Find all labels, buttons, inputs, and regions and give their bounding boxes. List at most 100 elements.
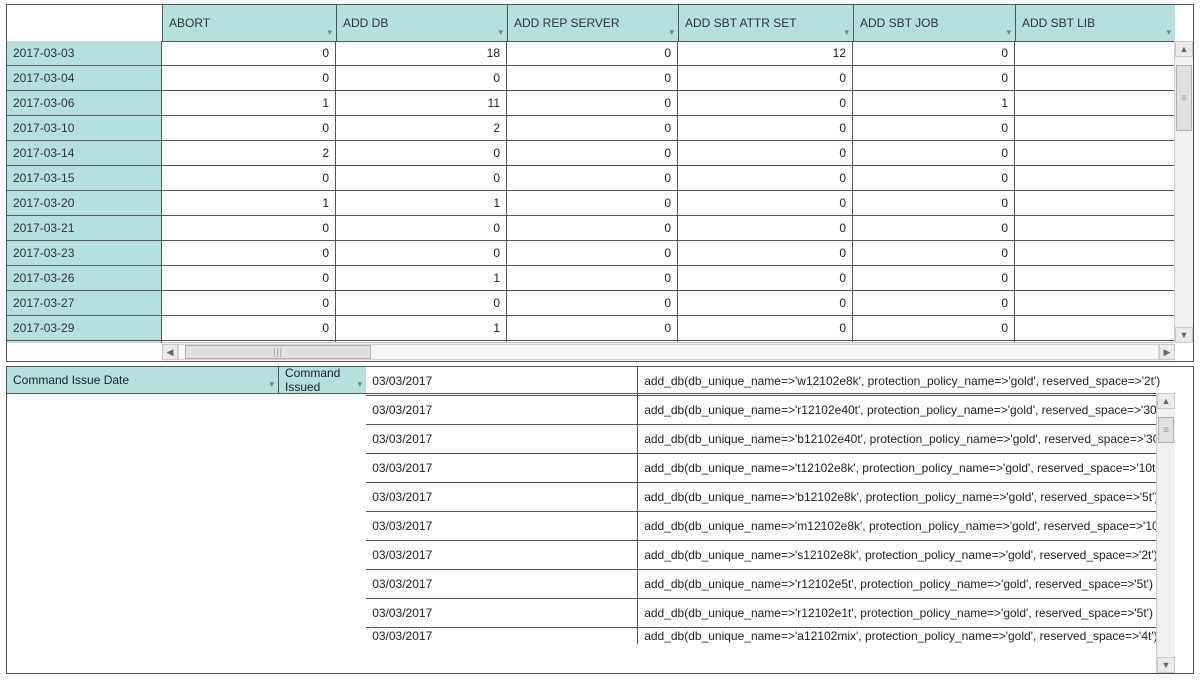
chevron-down-icon[interactable]: ▾ (269, 379, 274, 390)
pivot-cell[interactable] (1015, 141, 1174, 165)
row-header-date[interactable]: 2017-03-20 (7, 191, 162, 215)
cell-command-issued[interactable]: add_db(db_unique_name=>'m12102e8k', prot… (638, 512, 1175, 540)
pivot-cell[interactable]: 0 (507, 91, 678, 115)
row-header-date[interactable]: 2017-03-29 (7, 316, 162, 340)
pivot-cell[interactable]: 0 (162, 166, 336, 190)
pivot-row[interactable]: 2017-03-2011000 (7, 191, 1175, 216)
pivot-cell[interactable] (1015, 91, 1174, 115)
pivot-cell[interactable]: 0 (678, 191, 853, 215)
pivot-cell[interactable]: 0 (162, 316, 336, 340)
cell-command-issued[interactable]: add_db(db_unique_name=>'r12102e40t', pro… (638, 396, 1175, 424)
row-header-date[interactable]: 2017-03-21 (7, 216, 162, 240)
pivot-cell[interactable] (1015, 66, 1174, 90)
row-header-date[interactable]: 2017-03-04 (7, 66, 162, 90)
pivot-cell[interactable] (1015, 116, 1174, 140)
pivot-cell[interactable]: 18 (336, 41, 507, 65)
row-header-date[interactable]: 2017-03-10 (7, 116, 162, 140)
col-header-command-issue-date[interactable]: Command Issue Date ▾ (7, 367, 279, 393)
pivot-cell[interactable]: 0 (678, 291, 853, 315)
row-header-date[interactable]: 2017-03-26 (7, 266, 162, 290)
cell-command-issue-date[interactable]: 03/03/2017 (366, 599, 638, 627)
cell-command-issue-date[interactable]: 03/03/2017 (366, 570, 638, 598)
detail-row[interactable]: 03/03/2017add_db(db_unique_name=>'a12102… (366, 628, 1175, 644)
pivot-cell[interactable]: 0 (678, 66, 853, 90)
cell-command-issued[interactable]: add_db(db_unique_name=>'t12102e8k', prot… (638, 454, 1175, 482)
pivot-cell[interactable]: 0 (853, 116, 1015, 140)
detail-row[interactable]: 03/03/2017add_db(db_unique_name=>'r12102… (366, 396, 1175, 425)
pivot-cell[interactable]: 0 (162, 116, 336, 140)
pivot-cell[interactable]: 2 (336, 116, 507, 140)
pivot-cell[interactable]: 0 (853, 291, 1015, 315)
cell-command-issue-date[interactable]: 03/03/2017 (366, 396, 638, 424)
pivot-cell[interactable]: 0 (853, 66, 1015, 90)
pivot-cell[interactable] (1015, 166, 1174, 190)
pivot-cell[interactable]: 0 (678, 266, 853, 290)
pivot-row[interactable]: 2017-03-1420000 (7, 141, 1175, 166)
pivot-cell[interactable]: 0 (162, 41, 336, 65)
col-header-command-issued[interactable]: Command Issued ▾ (279, 367, 366, 393)
chevron-down-icon[interactable]: ▾ (669, 27, 674, 38)
pivot-cell[interactable] (1015, 291, 1174, 315)
pivot-row[interactable]: 2017-03-1002000 (7, 116, 1175, 141)
pivot-cell[interactable]: 1 (336, 266, 507, 290)
pivot-cell[interactable]: 0 (507, 266, 678, 290)
pivot-cell[interactable] (1015, 41, 1174, 65)
row-header-date[interactable]: 2017-03-03 (7, 41, 162, 65)
pivot-cell[interactable]: 12 (678, 41, 853, 65)
pivot-cell[interactable]: 1 (162, 91, 336, 115)
pivot-cell[interactable]: 0 (507, 41, 678, 65)
pivot-cell[interactable]: 1 (336, 191, 507, 215)
pivot-row[interactable]: 2017-03-2601000 (7, 266, 1175, 291)
cell-command-issued[interactable]: add_db(db_unique_name=>'a12102mix', prot… (638, 628, 1175, 644)
cell-command-issue-date[interactable]: 03/03/2017 (366, 628, 638, 644)
pivot-cell[interactable]: 0 (336, 166, 507, 190)
detail-row[interactable]: 03/03/2017add_db(db_unique_name=>'m12102… (366, 512, 1175, 541)
scroll-up-button[interactable]: ▲ (1175, 41, 1193, 57)
chevron-down-icon[interactable]: ▾ (327, 27, 332, 38)
pivot-cell[interactable]: 0 (507, 241, 678, 265)
pivot-cell[interactable]: 0 (336, 216, 507, 240)
pivot-cell[interactable]: 0 (853, 216, 1015, 240)
row-header-date[interactable]: 2017-03-14 (7, 141, 162, 165)
pivot-cell[interactable]: 0 (853, 241, 1015, 265)
detail-row[interactable]: 03/03/2017add_db(db_unique_name=>'b12102… (366, 483, 1175, 512)
pivot-cell[interactable]: 0 (853, 141, 1015, 165)
pivot-cell[interactable]: 0 (853, 191, 1015, 215)
scroll-down-button[interactable]: ▼ (1157, 657, 1175, 673)
row-header-date[interactable]: 2017-03-06 (7, 91, 162, 115)
cell-command-issued[interactable]: add_db(db_unique_name=>'r12102e5t', prot… (638, 570, 1175, 598)
pivot-cell[interactable]: 0 (678, 141, 853, 165)
detail-row[interactable]: 03/03/2017add_db(db_unique_name=>'w12102… (366, 367, 1175, 396)
pivot-row[interactable]: 2017-03-1500000 (7, 166, 1175, 191)
pivot-cell[interactable]: 0 (507, 316, 678, 340)
cell-command-issue-date[interactable]: 03/03/2017 (366, 541, 638, 569)
cell-command-issued[interactable]: add_db(db_unique_name=>'b12102e40t', pro… (638, 425, 1175, 453)
pivot-cell[interactable]: 1 (336, 316, 507, 340)
chevron-down-icon[interactable]: ▾ (1166, 27, 1171, 38)
pivot-cell[interactable]: 1 (853, 91, 1015, 115)
pivot-cell[interactable]: 0 (678, 241, 853, 265)
chevron-down-icon[interactable]: ▾ (358, 379, 363, 390)
detail-row[interactable]: 03/03/2017add_db(db_unique_name=>'r12102… (366, 570, 1175, 599)
pivot-cell[interactable]: 0 (162, 216, 336, 240)
pivot-cell[interactable]: 0 (162, 66, 336, 90)
col-header-add-rep-server[interactable]: ADD REP SERVER ▾ (508, 5, 679, 41)
col-header-add-sbt-lib[interactable]: ADD SBT LIB ▾ (1016, 5, 1175, 41)
scroll-thumb[interactable]: ≡ (1176, 65, 1192, 131)
pivot-cell[interactable]: 1 (162, 191, 336, 215)
scroll-thumb[interactable] (185, 345, 371, 359)
scroll-up-button[interactable]: ▲ (1157, 393, 1175, 409)
pivot-cell[interactable]: 0 (507, 166, 678, 190)
col-header-add-sbt-job[interactable]: ADD SBT JOB ▾ (854, 5, 1016, 41)
cell-command-issued[interactable]: add_db(db_unique_name=>'w12102e8k', prot… (638, 367, 1175, 395)
pivot-cell[interactable]: 0 (507, 216, 678, 240)
pivot-row[interactable]: 2017-03-2901000 (7, 316, 1175, 341)
pivot-cell[interactable]: 0 (678, 91, 853, 115)
pivot-row[interactable]: 2017-03-06111001 (7, 91, 1175, 116)
cell-command-issued[interactable]: add_db(db_unique_name=>'r12102e1t', prot… (638, 599, 1175, 627)
cell-command-issued[interactable]: add_db(db_unique_name=>'b12102e8k', prot… (638, 483, 1175, 511)
pivot-cell[interactable]: 0 (853, 166, 1015, 190)
pivot-cell[interactable]: 0 (507, 141, 678, 165)
detail-row[interactable]: 03/03/2017add_db(db_unique_name=>'b12102… (366, 425, 1175, 454)
scroll-right-button[interactable]: ▶ (1159, 344, 1175, 360)
